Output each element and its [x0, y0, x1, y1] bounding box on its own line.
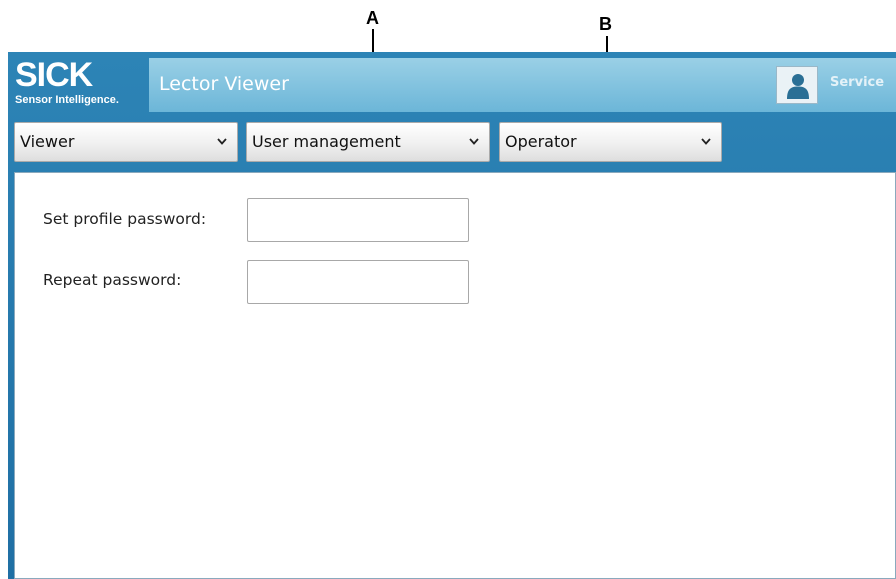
- screenshot-canvas: A B C SICK Sensor Intelligence. Lector V…: [0, 0, 896, 579]
- app-header: SICK Sensor Intelligence. Lector Viewer …: [8, 52, 896, 118]
- user-level-dropdown-value: Operator: [505, 132, 577, 151]
- sick-logo: SICK Sensor Intelligence.: [12, 56, 148, 114]
- chevron-down-icon: [701, 138, 711, 145]
- callout-label-a: A: [366, 8, 379, 28]
- view-dropdown-value: Viewer: [20, 132, 75, 151]
- user-level-dropdown[interactable]: Operator: [499, 122, 722, 162]
- view-dropdown[interactable]: Viewer: [14, 122, 238, 162]
- app-window: SICK Sensor Intelligence. Lector Viewer …: [8, 52, 896, 579]
- chevron-down-icon: [217, 138, 227, 145]
- password-panel: Set profile password: Repeat password:: [14, 172, 896, 579]
- repeat-password-input[interactable]: [247, 260, 469, 304]
- person-icon: [787, 74, 809, 99]
- logo-wordmark: SICK: [15, 56, 93, 94]
- app-title: Lector Viewer: [159, 73, 289, 95]
- set-password-input[interactable]: [247, 198, 469, 242]
- user-button[interactable]: [776, 66, 818, 104]
- callout-label-b: B: [599, 14, 612, 34]
- repeat-password-label: Repeat password:: [43, 271, 182, 289]
- chevron-down-icon: [469, 138, 479, 145]
- set-password-label: Set profile password:: [43, 210, 207, 228]
- user-management-dropdown-value: User management: [252, 132, 401, 151]
- logo-tagline: Sensor Intelligence.: [15, 94, 119, 106]
- title-bar: Lector Viewer Service: [149, 58, 896, 112]
- user-management-dropdown[interactable]: User management: [246, 122, 490, 162]
- user-level-label: Service: [830, 75, 885, 90]
